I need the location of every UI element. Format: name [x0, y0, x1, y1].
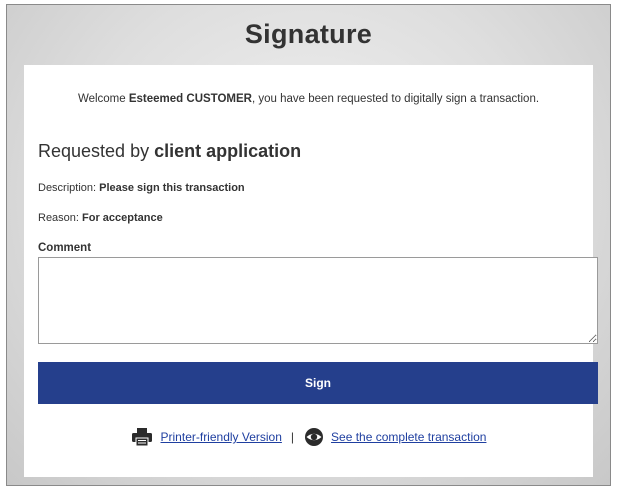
- requester-name: client application: [154, 141, 302, 161]
- description-line: Description: Please sign this transactio…: [38, 182, 245, 194]
- reason-line: Reason: For acceptance: [38, 212, 163, 224]
- link-separator: |: [290, 430, 295, 444]
- customer-name: Esteemed CUSTOMER: [128, 93, 252, 105]
- printer-icon[interactable]: [131, 428, 153, 446]
- eye-icon[interactable]: [303, 428, 325, 446]
- description-label: Description:: [38, 182, 100, 194]
- comment-label: Comment: [38, 242, 92, 254]
- welcome-message: Welcome Esteemed CUSTOMER, you have been…: [24, 93, 593, 105]
- description-value: Please sign this transaction: [99, 182, 245, 194]
- footer-links: Printer-friendly Version | See the compl…: [24, 428, 593, 446]
- welcome-prefix: Welcome: [77, 93, 129, 105]
- reason-value: For acceptance: [82, 212, 163, 224]
- welcome-suffix: , you have been requested to digitally s…: [252, 93, 540, 105]
- sign-button[interactable]: Sign: [38, 362, 598, 404]
- requested-by-prefix: Requested by: [38, 141, 155, 161]
- printer-friendly-link[interactable]: Printer-friendly Version: [161, 430, 282, 444]
- requested-by-heading: Requested by client application: [38, 141, 301, 162]
- page-title: Signature: [244, 19, 373, 49]
- signature-dialog: Signature Welcome Esteemed CUSTOMER, you…: [6, 4, 611, 486]
- complete-transaction-link[interactable]: See the complete transaction: [331, 430, 486, 444]
- comment-textarea[interactable]: [38, 257, 598, 344]
- signature-card: Welcome Esteemed CUSTOMER, you have been…: [24, 65, 598, 477]
- reason-label: Reason:: [38, 212, 83, 224]
